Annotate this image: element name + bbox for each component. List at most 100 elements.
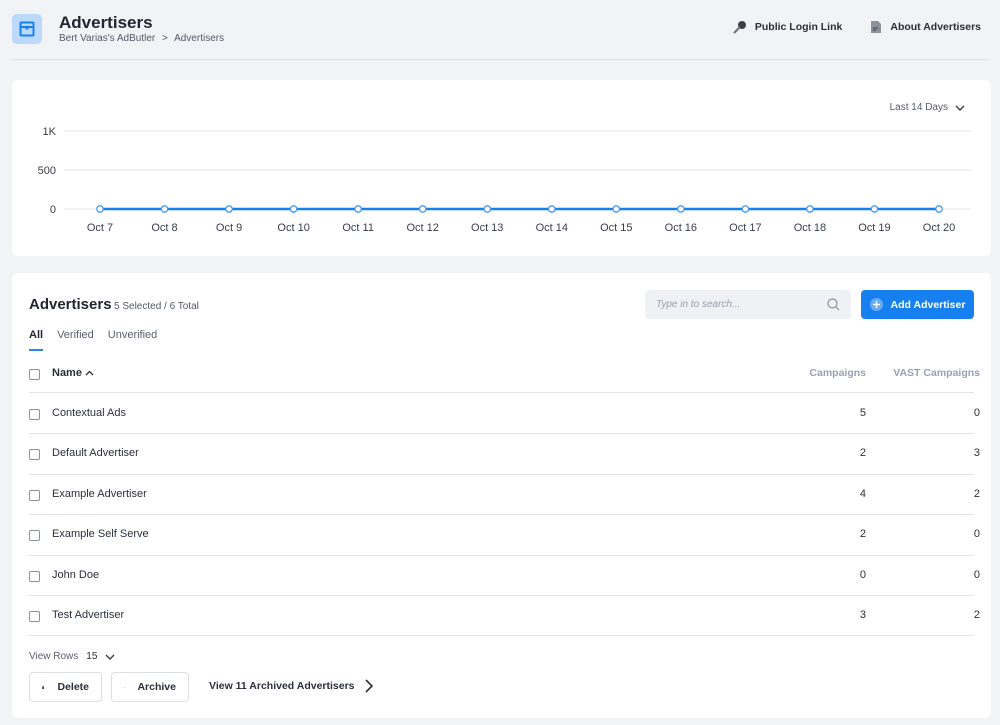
data-point[interactable]	[870, 205, 879, 213]
x-tick-label: Oct 10	[277, 222, 309, 234]
header-links: Public Login Link About Advertisers	[733, 20, 981, 34]
row-checkbox[interactable]	[29, 570, 40, 582]
x-tick-label: Oct 16	[665, 222, 697, 234]
data-point[interactable]	[483, 205, 492, 213]
x-tick-label: Oct 18	[794, 222, 826, 234]
campaigns-count: 0	[859, 568, 866, 581]
data-point[interactable]	[418, 205, 427, 213]
data-point[interactable]	[741, 205, 750, 213]
advertiser-name[interactable]: Example Self Serve	[52, 528, 149, 540]
row-checkbox[interactable]	[29, 409, 40, 420]
delete-label: Delete	[57, 681, 89, 693]
table-row[interactable]: Example Self Serve 2 0	[29, 515, 980, 556]
advertiser-name[interactable]: Contextual Ads	[52, 407, 126, 419]
filter-tabs: All Verified Unverified	[29, 329, 157, 351]
data-point[interactable]	[225, 205, 233, 213]
sort-ascending-icon	[85, 370, 94, 376]
view-rows-label: View Rows	[29, 651, 79, 662]
row-checkbox[interactable]	[29, 530, 40, 542]
table-title: Advertisers	[29, 296, 112, 313]
about-advertisers-link[interactable]: About Advertisers	[870, 20, 981, 34]
row-checkbox[interactable]	[29, 611, 40, 622]
x-tick-label: Oct 8	[151, 222, 177, 234]
view-archived-label: View 11 Archived Advertisers	[209, 680, 355, 692]
archive-button[interactable]: Archive	[111, 672, 189, 702]
tab-verified[interactable]: Verified	[57, 329, 94, 351]
column-header-campaigns[interactable]: Campaigns	[809, 367, 866, 379]
vast-campaigns-count: 0	[973, 407, 980, 419]
campaigns-count: 2	[859, 528, 866, 541]
archive-box-icon	[19, 21, 35, 37]
breadcrumb-item-current: Advertisers	[174, 33, 225, 44]
scrollbar-gutter[interactable]	[991, 0, 1000, 725]
y-tick-label: 1K	[43, 126, 57, 138]
x-tick-label: Oct 9	[216, 222, 242, 234]
vast-campaigns-count: 2	[973, 609, 980, 621]
tab-unverified[interactable]: Unverified	[108, 329, 158, 351]
x-tick-label: Oct 11	[342, 222, 374, 234]
chevron-right-icon	[364, 679, 373, 693]
data-point[interactable]	[96, 205, 104, 213]
breadcrumb-separator: >	[162, 33, 168, 44]
data-point[interactable]	[160, 205, 169, 213]
selection-count: 5 Selected / 6 Total	[114, 301, 199, 312]
data-point[interactable]	[935, 205, 943, 213]
page-header: Advertisers Bert Varias's AdButler > Adv…	[0, 0, 1000, 60]
view-rows-value: 15	[86, 651, 98, 662]
table-row[interactable]: John Doe 0 0	[29, 556, 980, 596]
select-all-checkbox[interactable]	[29, 369, 40, 380]
search-box[interactable]	[645, 290, 851, 319]
tab-all[interactable]: All	[29, 329, 44, 351]
table-row[interactable]: Default Advertiser 2 3	[29, 434, 980, 475]
data-point[interactable]	[354, 205, 363, 213]
delete-button[interactable]: Delete	[29, 672, 102, 702]
vast-campaigns-count: 0	[973, 568, 980, 581]
row-checkbox[interactable]	[29, 449, 40, 461]
table-header: Name Campaigns VAST Campaigns	[29, 360, 980, 393]
x-tick-label: Oct 13	[471, 222, 503, 234]
x-tick-label: Oct 12	[406, 222, 438, 234]
public-login-link[interactable]: Public Login Link	[733, 20, 842, 34]
table-row[interactable]: Contextual Ads 5 0	[29, 394, 980, 435]
data-point[interactable]	[676, 205, 685, 213]
search-icon[interactable]	[827, 298, 840, 311]
table-row[interactable]: Test Advertiser 3 2	[29, 596, 980, 637]
chart-card: Last 14 Days 0 500 1K Oct 7 Oct 8 Oct 9 Oct 10…	[12, 80, 991, 256]
campaigns-count: 2	[859, 447, 866, 460]
advertiser-name[interactable]: Example Advertiser	[52, 488, 147, 500]
x-tick-label: Oct 7	[87, 222, 113, 234]
plus-circle-icon	[869, 298, 883, 311]
campaigns-count: 3	[859, 609, 866, 621]
advertiser-name[interactable]: Default Advertiser	[52, 447, 139, 459]
breadcrumb-item-account[interactable]: Bert Varias's AdButler	[59, 33, 155, 44]
row-checkbox[interactable]	[29, 489, 40, 501]
trash-icon	[42, 685, 45, 689]
chevron-down-icon	[105, 654, 115, 660]
page-title: Advertisers	[59, 13, 153, 32]
view-archived-link[interactable]: View 11 Archived Advertisers	[209, 679, 373, 693]
search-input[interactable]	[656, 299, 827, 310]
advertiser-name[interactable]: John Doe	[52, 569, 99, 581]
y-tick-label: 500	[38, 165, 56, 177]
add-advertiser-button[interactable]: Add Advertiser	[861, 290, 974, 319]
breadcrumb: Bert Varias's AdButler > Advertisers	[59, 33, 228, 44]
column-header-vast-campaigns[interactable]: VAST Campaigns	[893, 367, 980, 379]
x-tick-label: Oct 14	[536, 222, 568, 234]
view-rows-select[interactable]: View Rows 15	[29, 651, 115, 662]
advertisers-table-card: Advertisers 5 Selected / 6 Total All Ver…	[12, 273, 991, 718]
data-point[interactable]	[289, 205, 298, 213]
campaigns-count: 4	[859, 487, 866, 500]
document-icon	[871, 21, 882, 33]
data-point[interactable]	[547, 205, 556, 213]
data-point[interactable]	[612, 205, 621, 213]
campaigns-count: 5	[859, 407, 866, 419]
key-icon	[733, 21, 746, 34]
vast-campaigns-count: 3	[973, 447, 980, 460]
add-advertiser-label: Add Advertiser	[890, 298, 966, 311]
data-point[interactable]	[806, 205, 814, 213]
table-row[interactable]: Example Advertiser 4 2	[29, 475, 980, 516]
column-header-name[interactable]: Name	[52, 367, 94, 379]
x-tick-label: Oct 19	[858, 222, 890, 234]
header-divider	[12, 59, 988, 60]
advertiser-name[interactable]: Test Advertiser	[52, 609, 124, 621]
